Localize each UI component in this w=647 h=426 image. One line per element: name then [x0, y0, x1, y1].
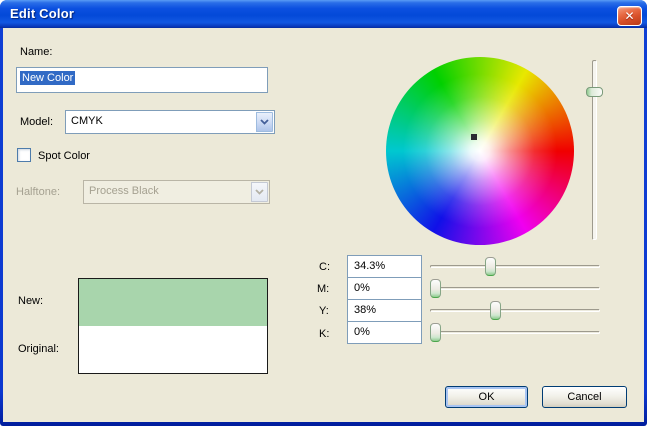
name-input-selected-text: New Color [20, 71, 76, 85]
ok-button[interactable]: OK [445, 386, 528, 408]
yellow-slider[interactable] [430, 301, 600, 321]
magenta-slider-thumb[interactable] [430, 279, 441, 298]
yellow-slider-track[interactable] [430, 309, 600, 312]
window-title: Edit Color [10, 6, 75, 21]
brightness-slider-thumb[interactable] [586, 87, 603, 98]
name-label: Name: [20, 46, 53, 58]
model-dropdown-arrow[interactable] [256, 112, 273, 132]
magenta-label: M: [317, 283, 330, 295]
original-swatch [79, 326, 267, 373]
black-input[interactable]: 0% [347, 321, 422, 344]
new-label: New: [18, 295, 44, 307]
original-label: Original: [18, 343, 59, 355]
spot-color-label[interactable]: Spot Color [38, 150, 90, 162]
title-bar: Edit Color [0, 0, 647, 28]
magenta-slider[interactable] [430, 279, 600, 299]
spot-color-checkbox[interactable] [17, 148, 31, 162]
magenta-input[interactable]: 0% [347, 277, 422, 300]
cancel-button[interactable]: Cancel [542, 386, 627, 408]
close-button[interactable]: ✕ [617, 6, 642, 26]
color-wheel-marker[interactable] [470, 134, 477, 141]
black-slider[interactable] [430, 323, 600, 343]
cyan-label: C: [319, 261, 330, 273]
color-preview [78, 278, 268, 374]
color-wheel[interactable] [386, 57, 574, 245]
chevron-down-icon [255, 189, 264, 195]
name-input[interactable]: New Color [16, 67, 268, 93]
model-label: Model: [20, 116, 54, 128]
cyan-input[interactable]: 34.3% [347, 255, 422, 278]
black-label: K: [319, 328, 330, 340]
model-dropdown-value: CMYK [71, 115, 103, 127]
new-swatch [79, 279, 267, 326]
cyan-slider-thumb[interactable] [484, 257, 496, 276]
magenta-slider-track[interactable] [430, 287, 600, 290]
close-icon: ✕ [624, 9, 635, 23]
cyan-slider[interactable] [430, 257, 600, 277]
yellow-slider-thumb[interactable] [490, 301, 502, 320]
chevron-down-icon [260, 119, 269, 125]
cyan-slider-track[interactable] [430, 265, 600, 268]
halftone-dropdown: Process Black [83, 180, 270, 204]
model-dropdown[interactable]: CMYK [65, 110, 275, 134]
black-slider-track[interactable] [430, 331, 600, 334]
edit-color-dialog: Edit Color ✕ Name: New Color Model: CMYK… [0, 0, 647, 426]
halftone-dropdown-value: Process Black [89, 185, 159, 197]
black-slider-thumb[interactable] [430, 323, 441, 342]
halftone-label: Halftone: [16, 186, 61, 198]
yellow-input[interactable]: 38% [347, 299, 422, 322]
halftone-dropdown-arrow [251, 182, 268, 202]
yellow-label: Y: [319, 305, 329, 317]
